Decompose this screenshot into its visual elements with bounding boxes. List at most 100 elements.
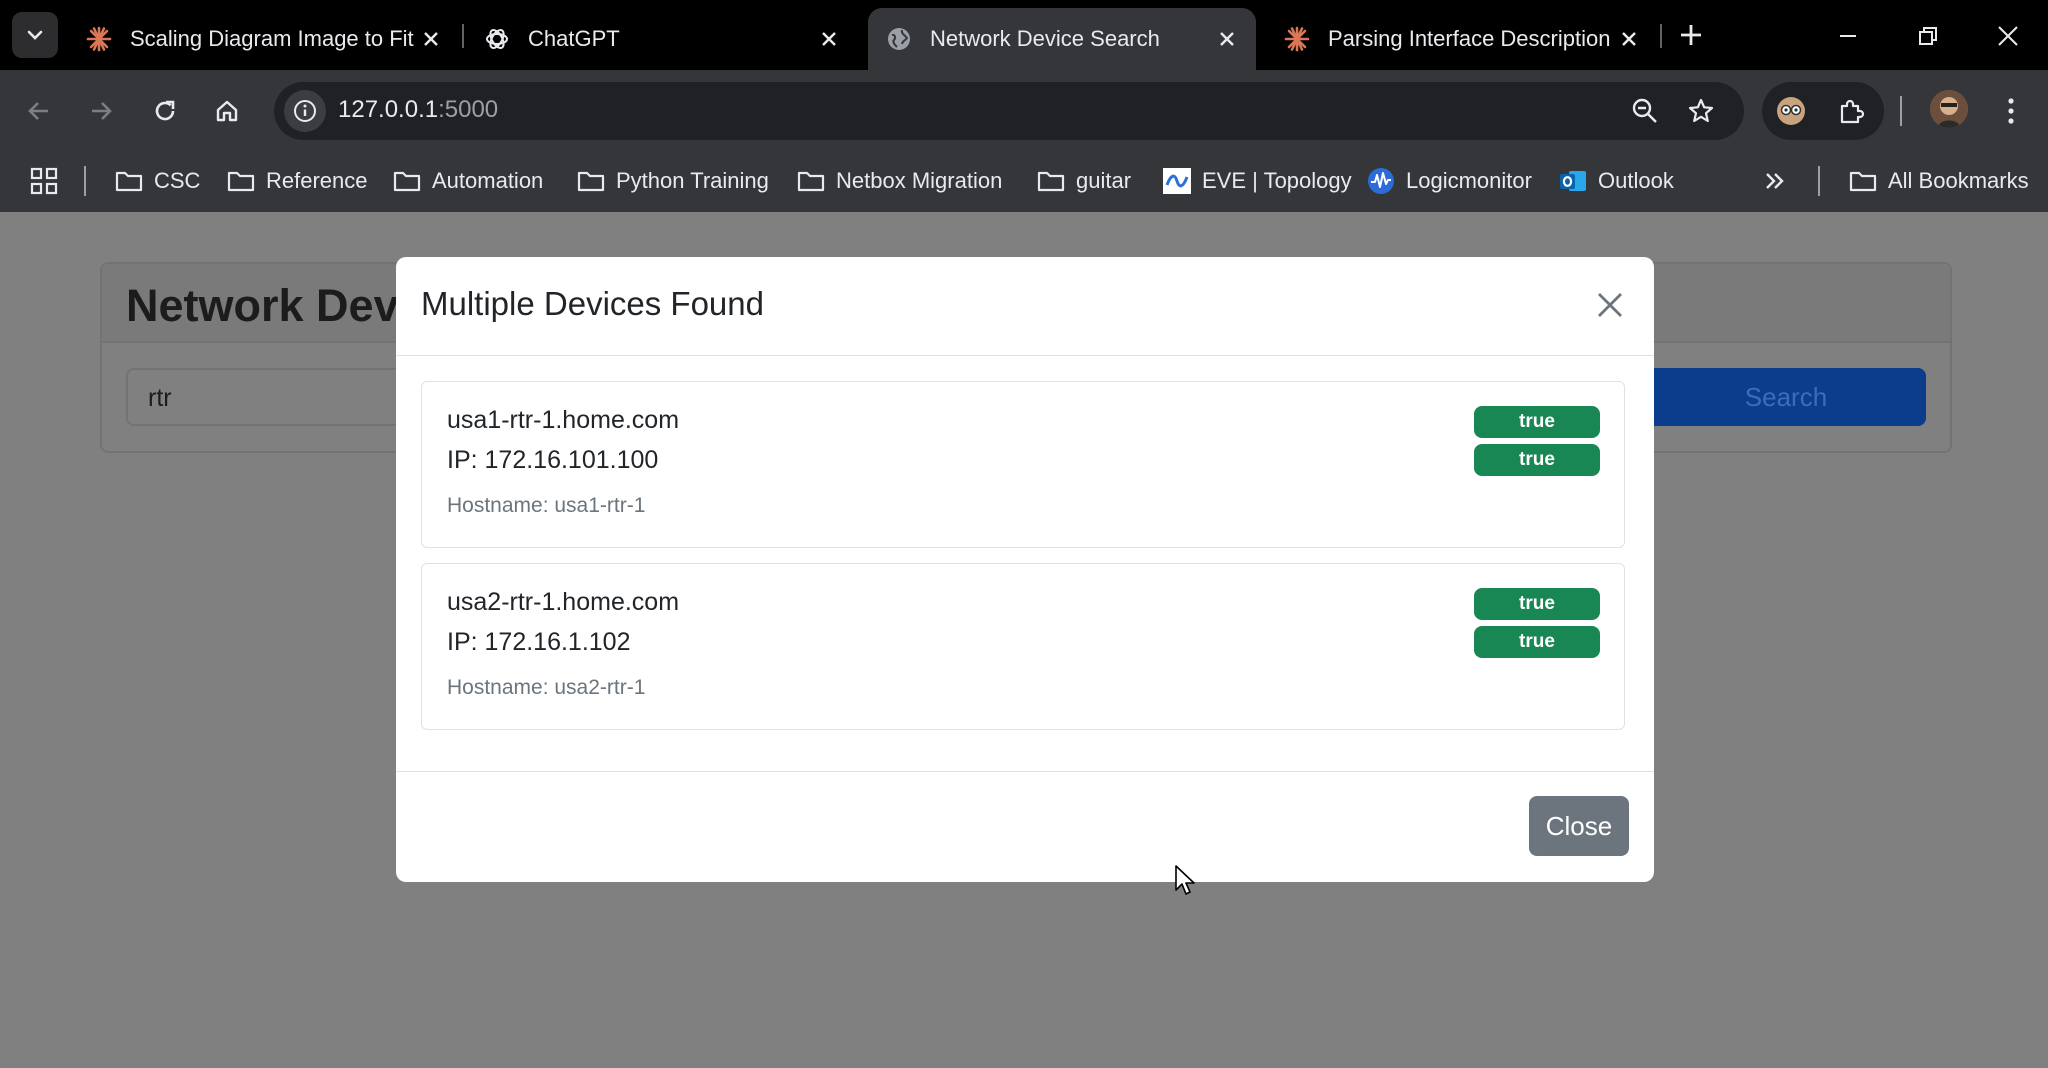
status-badge: true <box>1474 588 1600 620</box>
modal-close-x-button[interactable] <box>1590 285 1630 325</box>
tab-search-button[interactable] <box>12 12 58 58</box>
device-card-usa2[interactable]: usa2-rtr-1.home.com IP: 172.16.1.102 Hos… <box>421 563 1625 730</box>
bookmark-logicmonitor[interactable]: Logicmonitor <box>1366 162 1532 200</box>
modal-footer: Close <box>396 771 1654 882</box>
chevron-double-right-icon <box>1766 173 1784 189</box>
tab-scaling-diagram[interactable]: Scaling Diagram Image to Fit <box>68 8 460 70</box>
plus-icon <box>1681 25 1701 45</box>
device-ip: IP: 172.16.1.102 <box>447 628 631 656</box>
folder-icon <box>796 168 826 194</box>
arrow-left-icon <box>28 102 48 120</box>
tab-title: ChatGPT <box>528 26 620 51</box>
tab-strip: Scaling Diagram Image to Fit ChatGPT Net… <box>0 0 2048 70</box>
tab-title: Network Device Search <box>930 26 1160 51</box>
close-icon[interactable] <box>1212 24 1242 54</box>
search-button[interactable]: Search <box>1646 368 1926 426</box>
url-host: 127.0.0.1 <box>338 96 439 123</box>
close-button[interactable]: Close <box>1529 796 1629 856</box>
close-icon <box>1598 293 1622 317</box>
tab-network-device-search[interactable]: Network Device Search <box>868 8 1256 70</box>
modal-title: Multiple Devices Found <box>421 285 764 322</box>
device-name: usa1-rtr-1.home.com <box>447 406 680 434</box>
close-icon[interactable] <box>814 24 844 54</box>
bookmark-outlook[interactable]: Outlook <box>1558 162 1674 200</box>
folder-icon <box>1036 168 1066 194</box>
bookmark-guitar[interactable]: guitar <box>1036 162 1131 200</box>
puzzle-icon[interactable] <box>1832 92 1870 130</box>
logicmonitor-icon <box>1366 168 1396 194</box>
claude-icon <box>86 26 112 52</box>
address-bar[interactable]: 127.0.0.1:5000 <box>274 82 1744 140</box>
device-name: usa2-rtr-1.home.com <box>447 588 680 616</box>
minimize-button[interactable] <box>1826 14 1870 58</box>
device-card-usa1[interactable]: usa1-rtr-1.home.com IP: 172.16.101.100 H… <box>421 381 1625 548</box>
more-vert-icon <box>2008 98 2014 124</box>
bookmark-python-training[interactable]: Python Training <box>576 162 769 200</box>
reload-icon <box>155 100 175 121</box>
all-bookmarks[interactable]: All Bookmarks <box>1848 162 2029 200</box>
more-bookmarks-button[interactable] <box>1764 162 1786 200</box>
restore-icon <box>1919 27 1937 45</box>
home-button[interactable] <box>206 90 248 132</box>
folder-icon <box>226 168 256 194</box>
outlook-icon <box>1558 168 1588 194</box>
bookmarks-divider <box>84 166 86 196</box>
folder-icon <box>576 168 606 194</box>
folder-icon <box>114 168 144 194</box>
arrow-right-icon <box>92 102 112 120</box>
tab-title: Scaling Diagram Image to Fit <box>130 26 414 51</box>
tab-chatgpt[interactable]: ChatGPT <box>466 8 858 70</box>
back-button[interactable] <box>18 90 60 132</box>
mouse-cursor-icon <box>1175 865 1195 895</box>
url-port: :5000 <box>438 96 499 123</box>
folder-icon <box>392 168 422 194</box>
extensions-area <box>1762 82 1884 140</box>
folder-icon <box>1848 168 1878 194</box>
toolbar-divider <box>1900 96 1902 126</box>
apps-button[interactable] <box>30 162 58 200</box>
profile-avatar[interactable] <box>1930 90 1968 128</box>
search-input-value: rtr <box>148 384 172 412</box>
zoom-icon[interactable] <box>1626 92 1664 130</box>
tab-parsing-interface[interactable]: Parsing Interface Description ( <box>1266 8 1658 70</box>
bookmark-star-icon[interactable] <box>1682 92 1720 130</box>
bookmark-label: guitar <box>1076 168 1132 193</box>
bookmark-automation[interactable]: Automation <box>392 162 543 200</box>
bookmark-label: Outlook <box>1598 168 1674 193</box>
bookmark-eve-topology[interactable]: EVE | Topology <box>1162 162 1352 200</box>
tab-divider <box>462 24 464 48</box>
bookmark-label: Python Training <box>616 168 769 193</box>
chatgpt-icon <box>484 26 510 52</box>
window-close-button[interactable] <box>1986 14 2030 58</box>
bookmark-csc[interactable]: CSC <box>114 162 200 200</box>
site-info-icon[interactable] <box>284 90 326 132</box>
menu-button[interactable] <box>1990 90 2032 132</box>
new-tab-button[interactable] <box>1674 18 1708 52</box>
browser-toolbar: 127.0.0.1:5000 <box>0 70 2048 150</box>
extension-avatar-icon[interactable] <box>1772 92 1810 130</box>
status-badge: true <box>1474 406 1600 438</box>
bookmark-label: Automation <box>432 168 544 193</box>
status-badge: true <box>1474 626 1600 658</box>
globe-icon <box>886 26 912 52</box>
devices-modal: Multiple Devices Found usa1-rtr-1.home.c… <box>396 257 1654 882</box>
claude-icon <box>1284 26 1310 52</box>
status-badge: true <box>1474 444 1600 476</box>
close-icon[interactable] <box>1614 24 1644 54</box>
chevron-down-icon <box>27 30 43 40</box>
forward-button[interactable] <box>80 90 122 132</box>
bookmark-label: All Bookmarks <box>1888 168 2029 193</box>
bookmark-label: CSC <box>154 168 201 193</box>
device-hostname: Hostname: usa2-rtr-1 <box>447 676 646 699</box>
bookmark-netbox-migration[interactable]: Netbox Migration <box>796 162 1002 200</box>
eve-icon <box>1162 168 1192 194</box>
close-icon[interactable] <box>416 24 446 54</box>
restore-button[interactable] <box>1906 14 1950 58</box>
reload-button[interactable] <box>144 90 186 132</box>
close-icon <box>1998 26 2018 46</box>
minimize-icon <box>1840 35 1856 37</box>
bookmark-reference[interactable]: Reference <box>226 162 368 200</box>
device-hostname: Hostname: usa1-rtr-1 <box>447 494 646 517</box>
bookmark-label: EVE | Topology <box>1202 168 1352 193</box>
url-text[interactable]: 127.0.0.1:5000 <box>338 96 498 124</box>
